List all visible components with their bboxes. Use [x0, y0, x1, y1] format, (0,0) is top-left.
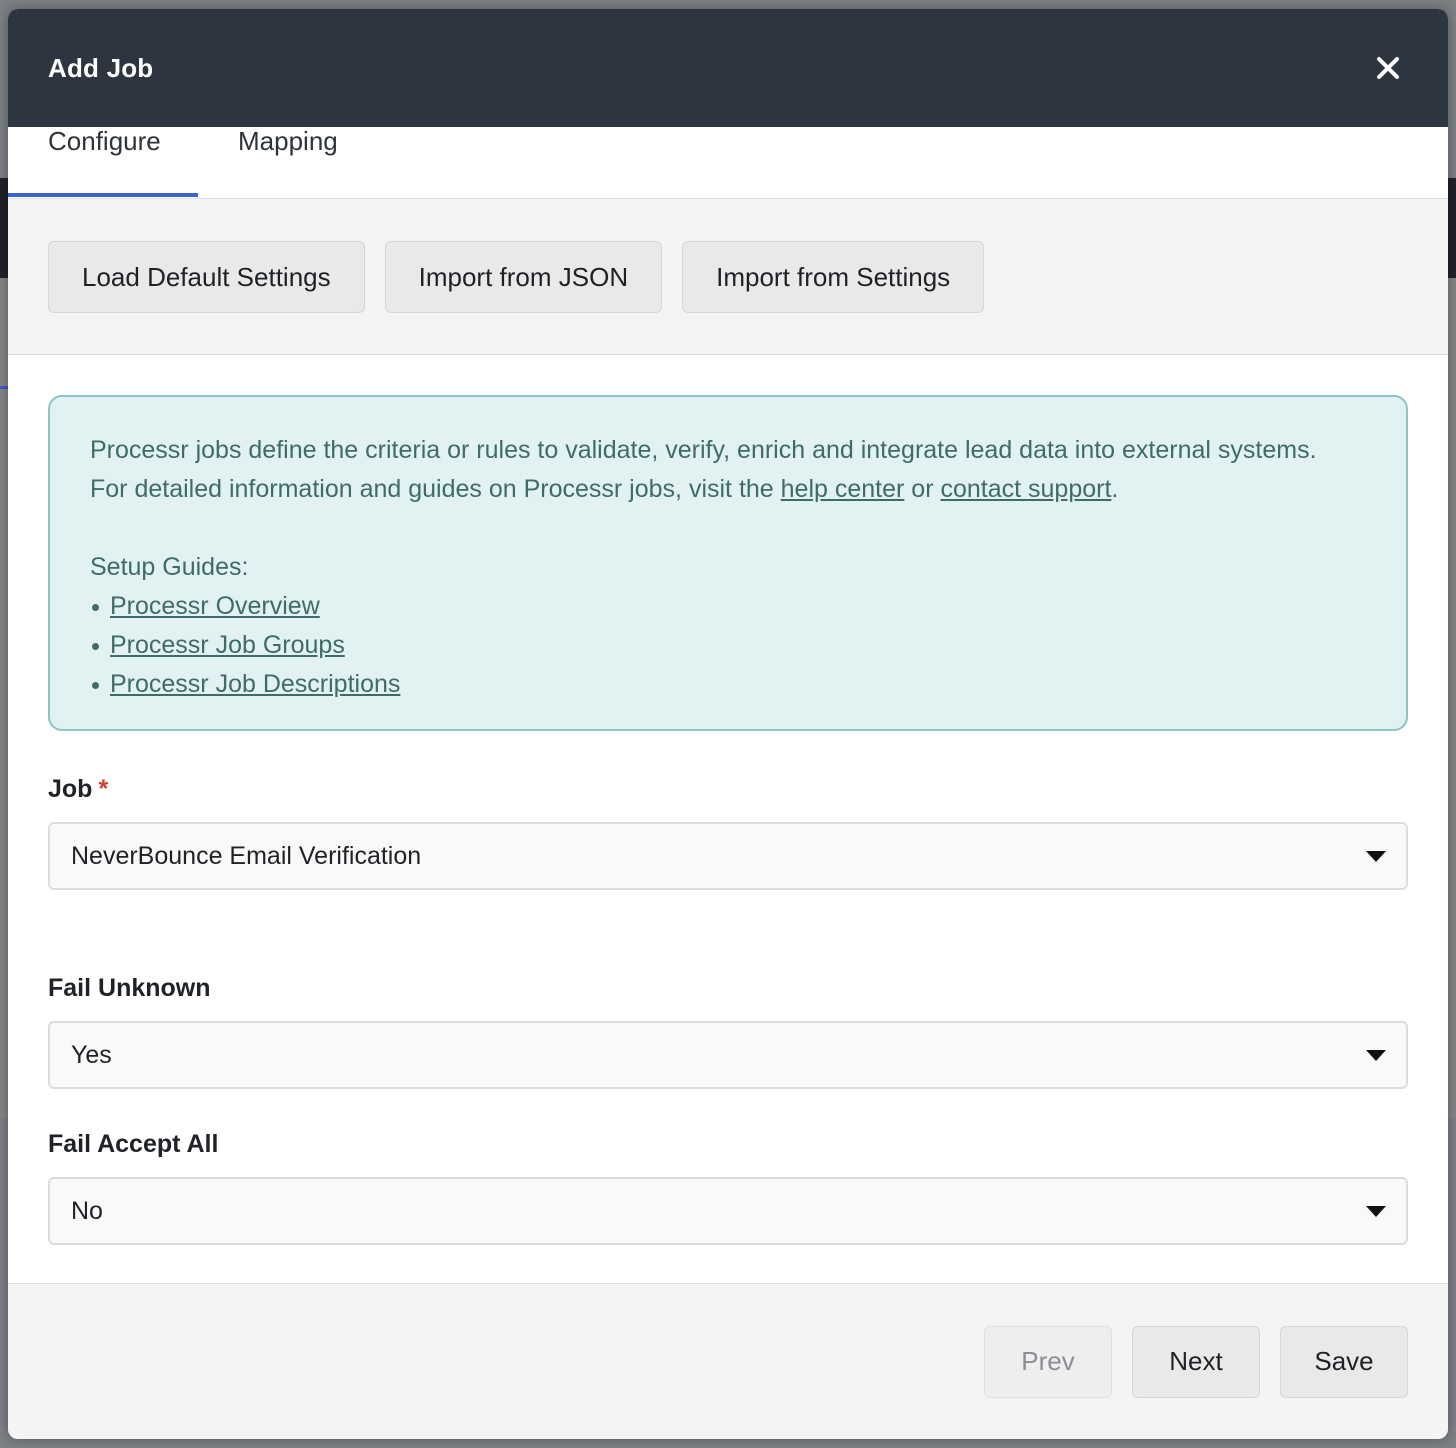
save-button[interactable]: Save	[1280, 1325, 1408, 1398]
job-field: Job * NeverBounce Email Verification	[48, 775, 1408, 890]
fail-unknown-label: Fail Unknown	[48, 974, 211, 1002]
fail-unknown-select[interactable]: Yes	[48, 1021, 1408, 1089]
modal-content: Processr jobs define the criteria or rul…	[8, 355, 1448, 1245]
modal-footer: Prev Next Save	[8, 1283, 1448, 1439]
info-line-1: Processr jobs define the criteria or rul…	[90, 436, 1317, 464]
contact-support-link[interactable]: contact support	[940, 475, 1111, 503]
next-button[interactable]: Next	[1132, 1325, 1260, 1398]
info-or-text: or	[904, 475, 941, 503]
fail-unknown-value: Yes	[71, 1040, 112, 1069]
settings-toolbar: Load Default Settings Import from JSON I…	[8, 199, 1448, 355]
tab-mapping[interactable]: Mapping	[238, 127, 338, 197]
load-default-settings-button[interactable]: Load Default Settings	[48, 241, 365, 313]
tab-configure[interactable]: Configure	[8, 127, 198, 197]
info-box: Processr jobs define the criteria or rul…	[48, 395, 1408, 731]
import-from-json-button[interactable]: Import from JSON	[384, 241, 663, 313]
help-center-link[interactable]: help center	[781, 475, 905, 503]
import-from-settings-button[interactable]: Import from Settings	[682, 241, 985, 313]
job-label-text: Job	[48, 775, 93, 803]
fail-unknown-field: Fail Unknown Yes	[48, 974, 1408, 1089]
close-button[interactable]	[1368, 48, 1408, 88]
guide-item: Processr Overview	[92, 587, 1366, 626]
info-period: .	[1111, 475, 1119, 503]
setup-guides-list: Processr Overview Processr Job Groups Pr…	[90, 587, 1366, 704]
setup-guides-label: Setup Guides:	[90, 553, 249, 581]
info-line-2: For detailed information and guides on P…	[90, 470, 1366, 509]
caret-down-icon	[1366, 850, 1386, 862]
tab-bar: Configure Mapping	[8, 127, 1448, 199]
caret-down-icon	[1366, 1049, 1386, 1061]
guide-item: Processr Job Descriptions	[92, 665, 1366, 704]
job-select-value: NeverBounce Email Verification	[71, 841, 422, 870]
modal-header: Add Job	[8, 9, 1448, 127]
caret-down-icon	[1366, 1205, 1386, 1217]
add-job-modal: Add Job Configure Mapping Load Default S…	[8, 9, 1448, 1439]
modal-title: Add Job	[48, 52, 154, 83]
required-marker: *	[98, 775, 109, 803]
close-icon	[1377, 57, 1399, 79]
prev-button[interactable]: Prev	[984, 1325, 1112, 1398]
guide-link-processr-job-groups[interactable]: Processr Job Groups	[110, 631, 345, 659]
fail-accept-all-field: Fail Accept All No	[48, 1130, 1408, 1245]
fail-accept-all-label: Fail Accept All	[48, 1130, 219, 1158]
job-label: Job *	[48, 775, 1408, 804]
guide-link-processr-job-descriptions[interactable]: Processr Job Descriptions	[110, 670, 400, 698]
guide-link-processr-overview[interactable]: Processr Overview	[110, 592, 320, 620]
guide-item: Processr Job Groups	[92, 626, 1366, 665]
fail-accept-all-value: No	[71, 1196, 103, 1225]
job-select[interactable]: NeverBounce Email Verification	[48, 822, 1408, 890]
info-line-2-prefix: For detailed information and guides on P…	[90, 475, 781, 503]
fail-accept-all-select[interactable]: No	[48, 1177, 1408, 1245]
